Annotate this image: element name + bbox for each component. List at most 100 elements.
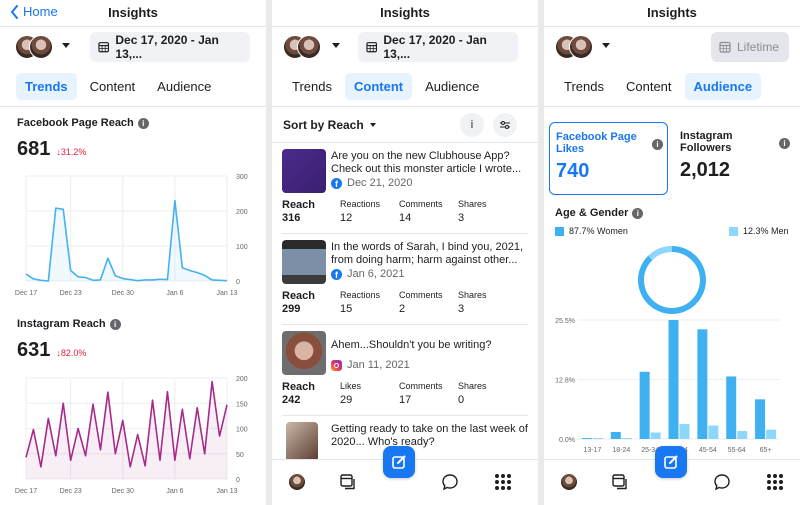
nav-menu[interactable] <box>493 472 513 492</box>
stat-value: 316 <box>282 212 301 224</box>
y-tick-label: 200 <box>236 376 248 383</box>
ig-followers-card[interactable]: Instagram Followers 2,012 i <box>674 122 794 195</box>
y-tick-label: 200 <box>236 209 248 216</box>
caret-down-icon[interactable] <box>332 43 340 48</box>
date-range-button[interactable]: Dec 17, 2020 - Jan 13,... <box>358 32 518 62</box>
legend-men-label: 12.3% Men <box>743 226 789 236</box>
tab-bar: Trends Content Audience <box>544 67 800 107</box>
ig-reach-chart: 0 50 100 150 200 Dec 17 Dec 23 Dec 30 Jan 6 Jan 1… <box>15 376 248 495</box>
caret-down-icon <box>369 123 376 127</box>
stat-value: 299 <box>282 303 301 315</box>
compose-icon <box>392 455 406 469</box>
tab-content[interactable]: Content <box>81 73 145 100</box>
info-icon[interactable]: i <box>109 318 121 330</box>
date-range-button[interactable]: Lifetime <box>711 32 789 62</box>
nav-menu[interactable] <box>765 472 785 492</box>
tab-bar: Trends Content Audience <box>272 67 538 107</box>
info-button[interactable]: i <box>460 113 484 137</box>
tab-bar: Trends Content Audience <box>0 67 266 107</box>
tab-audience[interactable]: Audience <box>148 73 220 100</box>
stat-shares: Shares 3 <box>458 199 508 224</box>
nav-pages[interactable] <box>338 472 358 492</box>
nav-profile[interactable] <box>287 472 307 492</box>
fb-reach-title-text: Facebook Page Reach <box>17 117 134 129</box>
bar-men <box>650 432 661 439</box>
ig-followers-value: 2,012 <box>680 159 731 181</box>
tab-content[interactable]: Content <box>344 73 413 100</box>
stat-reactions: Reactions 12 <box>340 199 399 224</box>
stat-reach: Reach 316 <box>282 199 340 224</box>
y-tick-label: 100 <box>236 427 248 434</box>
stat-label: Comments <box>399 199 443 209</box>
pages-icon <box>612 474 627 490</box>
message-bubble-icon <box>714 474 730 491</box>
account-switcher[interactable] <box>283 35 323 59</box>
ig-reach-value: 631 <box>17 339 51 361</box>
series-area <box>26 381 227 479</box>
post-date: Jan 6, 2021 <box>347 268 405 280</box>
post-thumbnail <box>282 149 326 193</box>
list-item[interactable]: Ahem...Shouldn't you be writing? Jan 11,… <box>282 325 528 416</box>
y-tick-label: 0.0% <box>559 437 575 444</box>
x-tick-label: 55-64 <box>728 447 746 454</box>
message-bubble-icon <box>442 474 458 491</box>
fb-reach-value-row: 681 ↓31.2% <box>17 138 86 161</box>
nav-messages[interactable] <box>712 472 732 492</box>
info-icon[interactable]: i <box>779 138 790 149</box>
x-tick-label: Jan 6 <box>166 488 183 495</box>
account-row: Lifetime <box>544 27 800 67</box>
stat-shares: Shares 3 <box>458 290 508 315</box>
sort-dropdown[interactable]: Sort by Reach <box>283 118 376 132</box>
list-item[interactable]: Are you on the new Clubhouse App? Check … <box>282 143 528 234</box>
list-item[interactable]: In the words of Sarah, I bind you, 2021,… <box>282 234 528 325</box>
tab-trends[interactable]: Trends <box>555 73 613 100</box>
bar-women <box>610 432 621 439</box>
info-icon[interactable]: i <box>632 207 644 219</box>
stat-value: 12 <box>340 212 353 224</box>
sort-row: Sort by Reach i <box>272 107 538 143</box>
info-icon[interactable]: i <box>137 117 149 129</box>
date-range-label: Dec 17, 2020 - Jan 13,... <box>383 33 487 61</box>
stat-comments: Comments 17 <box>399 381 458 406</box>
tab-content[interactable]: Content <box>617 73 681 100</box>
legend-women: 87.7% Women <box>555 226 628 236</box>
nav-profile[interactable] <box>559 472 579 492</box>
calendar-icon <box>719 41 731 53</box>
info-icon[interactable]: i <box>652 139 663 150</box>
post-thumbnail <box>282 240 326 284</box>
stat-label: Comments <box>399 290 443 300</box>
bottom-nav <box>272 446 538 505</box>
bar-women <box>697 329 708 439</box>
nav-messages[interactable] <box>440 472 460 492</box>
account-switcher[interactable] <box>15 35 55 59</box>
legend-men: 12.3% Men <box>729 226 789 236</box>
caret-down-icon[interactable] <box>602 43 610 48</box>
account-switcher[interactable] <box>555 35 595 59</box>
fb-reach-chart: 0 100 200 300 Dec 17 Dec 23 Dec 30 Jan 6 Jan 13 <box>15 174 248 297</box>
y-tick-label: 50 <box>236 452 244 459</box>
fb-likes-card[interactable]: Facebook Page Likes 740 i <box>549 122 668 195</box>
y-tick-label: 25.5% <box>555 318 575 325</box>
tab-audience[interactable]: Audience <box>416 73 488 100</box>
fb-likes-label: Facebook Page Likes <box>556 131 637 155</box>
bar-men <box>708 425 719 439</box>
age-gender-title-text: Age & Gender <box>555 207 629 219</box>
post-date: Jan 11, 2021 <box>347 359 410 371</box>
stat-shares: Shares 0 <box>458 381 508 406</box>
date-range-button[interactable]: Dec 17, 2020 - Jan 13,... <box>90 32 250 62</box>
compose-button[interactable] <box>655 446 687 478</box>
nav-pages[interactable] <box>610 472 630 492</box>
post-stats: Reach 316 Reactions 12 Comments 14 Shares 3 <box>282 199 528 224</box>
filter-button[interactable] <box>493 113 517 137</box>
x-tick-label: 65+ <box>760 447 772 454</box>
avatar <box>29 35 53 59</box>
tab-trends[interactable]: Trends <box>283 73 341 100</box>
age-gender-title: Age & Gender i <box>555 207 644 219</box>
compose-button[interactable] <box>383 446 415 478</box>
post-text: In the words of Sarah, I bind you, 2021,… <box>331 241 524 266</box>
caret-down-icon[interactable] <box>62 43 70 48</box>
tab-audience[interactable]: Audience <box>684 73 762 100</box>
age-bar-chart: 0.0%12.8%25.5%13-1718-2425-3435-4445-545… <box>555 318 780 454</box>
stat-comments: Comments 14 <box>399 199 458 224</box>
tab-trends[interactable]: Trends <box>16 73 77 100</box>
